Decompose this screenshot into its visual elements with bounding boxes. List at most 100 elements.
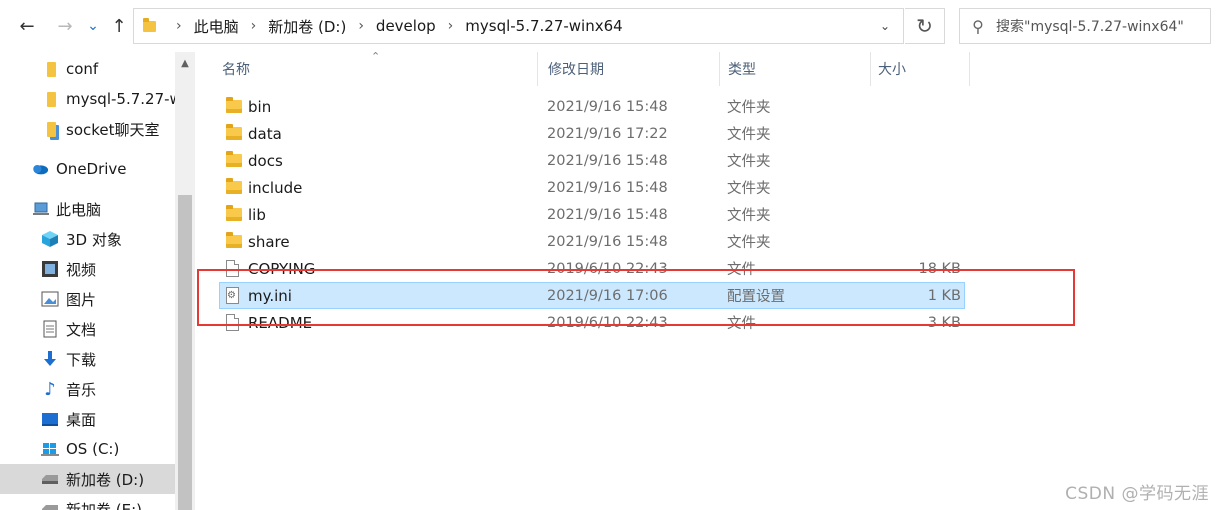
cube-icon [41,230,59,248]
folder-icon [42,120,60,138]
drive-icon [41,470,59,488]
file-size [879,93,961,120]
folder-icon [226,228,242,255]
sidebar-item-onedrive[interactable]: OneDrive [0,154,175,184]
sort-ascending-icon: ⌃ [371,50,381,63]
sidebar-item-3d-objects[interactable]: 3D 对象 [0,224,175,254]
download-icon [41,350,59,368]
chevron-down-icon: ⌄ [879,19,891,33]
sidebar-item-this-pc[interactable]: 此电脑 [0,194,175,224]
breadcrumb-separator[interactable]: › [448,18,454,34]
file-row[interactable]: data 2021/9/16 17:22 文件夹 [219,120,965,147]
sidebar-item-drive-d[interactable]: 新加卷 (D:) [0,464,175,494]
file-size [879,228,961,255]
breadcrumb-item[interactable]: 此电脑 [194,16,239,37]
sidebar-item-label: conf [66,60,99,78]
navigation-bar: ← → ⌄ ↑ › 此电脑 › 新加卷 (D:) › develop › mys… [0,0,1223,52]
column-divider[interactable] [719,52,720,86]
breadcrumb-item[interactable]: develop [376,17,436,35]
breadcrumb-item[interactable]: mysql-5.7.27-winx64 [465,17,622,35]
chevron-down-icon: ⌄ [87,18,99,34]
video-icon [41,260,59,278]
file-name: data [248,124,282,143]
computer-icon [33,200,51,218]
sidebar-item-label: mysql-5.7.27-w [66,90,175,108]
watermark-text: CSDN @学码无涯 [1065,484,1209,504]
sidebar-item-documents[interactable]: 文档 [0,314,175,344]
address-bar[interactable]: › 此电脑 › 新加卷 (D:) › develop › mysql-5.7.2… [133,8,904,44]
file-row[interactable]: docs 2021/9/16 15:48 文件夹 [219,147,965,174]
highlight-annotation-box [197,269,1075,326]
file-row[interactable]: share 2021/9/16 15:48 文件夹 [219,228,965,255]
file-row[interactable]: lib 2021/9/16 15:48 文件夹 [219,201,965,228]
column-divider[interactable] [870,52,871,86]
music-icon: ♪ [44,378,56,400]
breadcrumb-separator[interactable]: › [251,18,257,34]
sidebar-item-os-c[interactable]: OS (C:) [0,434,175,464]
file-type: 文件夹 [727,208,771,224]
column-header-type[interactable]: 类型 [728,52,756,86]
sidebar-item-label: 桌面 [66,410,97,429]
file-type: 文件夹 [727,235,771,251]
column-divider[interactable] [969,52,970,86]
folder-icon [226,174,242,201]
file-modified: 2021/9/16 15:48 [547,152,668,169]
file-size [879,174,961,201]
sidebar-scrollbar[interactable]: ▲ [175,52,195,510]
sidebar-item-conf[interactable]: conf [0,54,175,84]
folder-icon [42,60,60,78]
file-modified: 2021/9/16 15:48 [547,98,668,115]
folder-icon [226,120,242,147]
sidebar-item-label: 新加卷 (D:) [66,470,145,489]
scroll-up-button[interactable]: ▲ [175,52,195,74]
document-icon [41,320,59,338]
scroll-thumb[interactable] [178,195,192,510]
forward-arrow-icon: → [57,15,73,37]
cloud-icon [31,160,49,178]
folder-icon [226,93,242,120]
search-box[interactable]: ⚲ 搜索"mysql-5.7.27-winx64" [959,8,1211,44]
sidebar-item-desktop[interactable]: 桌面 [0,404,175,434]
recent-locations-button[interactable]: ⌄ [82,12,104,40]
breadcrumb-item[interactable]: 新加卷 (D:) [268,16,346,37]
breadcrumb-separator: › [176,18,182,34]
desktop-icon [41,410,59,428]
up-button[interactable]: ↑ [106,12,132,40]
column-header-name[interactable]: 名称 [222,52,250,86]
search-placeholder[interactable]: 搜索"mysql-5.7.27-winx64" [996,16,1184,36]
sidebar-item-socket[interactable]: socket聊天室 [0,114,175,144]
sidebar-item-pictures[interactable]: 图片 [0,284,175,314]
back-button[interactable]: ← [14,12,40,40]
sidebar-item-music[interactable]: ♪ 音乐 [0,374,175,404]
up-arrow-icon: ↑ [111,15,127,37]
address-dropdown-button[interactable]: ⌄ [867,9,903,43]
column-header-modified[interactable]: 修改日期 [548,52,604,86]
file-row[interactable]: include 2021/9/16 15:48 文件夹 [219,174,965,201]
file-row[interactable]: bin 2021/9/16 15:48 文件夹 [219,93,965,120]
forward-button[interactable]: → [52,12,78,40]
folder-icon [42,90,60,108]
file-name: docs [248,151,283,170]
sidebar-item-drive-e[interactable]: 新加卷 (E:) [0,494,175,510]
sidebar-item-videos[interactable]: 视频 [0,254,175,284]
back-arrow-icon: ← [19,15,35,37]
file-type: 文件夹 [727,154,771,170]
drive-icon [41,500,59,510]
sidebar-item-mysql[interactable]: mysql-5.7.27-w [0,84,175,114]
sidebar-item-label: 新加卷 (E:) [66,500,143,510]
sidebar-item-label: socket聊天室 [66,120,160,139]
navigation-pane: conf mysql-5.7.27-w socket聊天室 OneDrive 此… [0,52,195,510]
breadcrumb-separator[interactable]: › [358,18,364,34]
sidebar-item-label: 下载 [66,350,97,369]
file-size [879,120,961,147]
column-divider[interactable] [537,52,538,86]
sidebar-item-downloads[interactable]: 下载 [0,344,175,374]
folder-icon [226,201,242,228]
file-modified: 2021/9/16 15:48 [547,206,668,223]
column-header-size[interactable]: 大小 [878,52,906,86]
sidebar-item-label: 音乐 [66,380,97,399]
sidebar-item-label: 文档 [66,320,97,339]
search-icon: ⚲ [972,16,984,36]
folder-icon [143,17,156,32]
refresh-button[interactable]: ↻ [905,8,945,44]
